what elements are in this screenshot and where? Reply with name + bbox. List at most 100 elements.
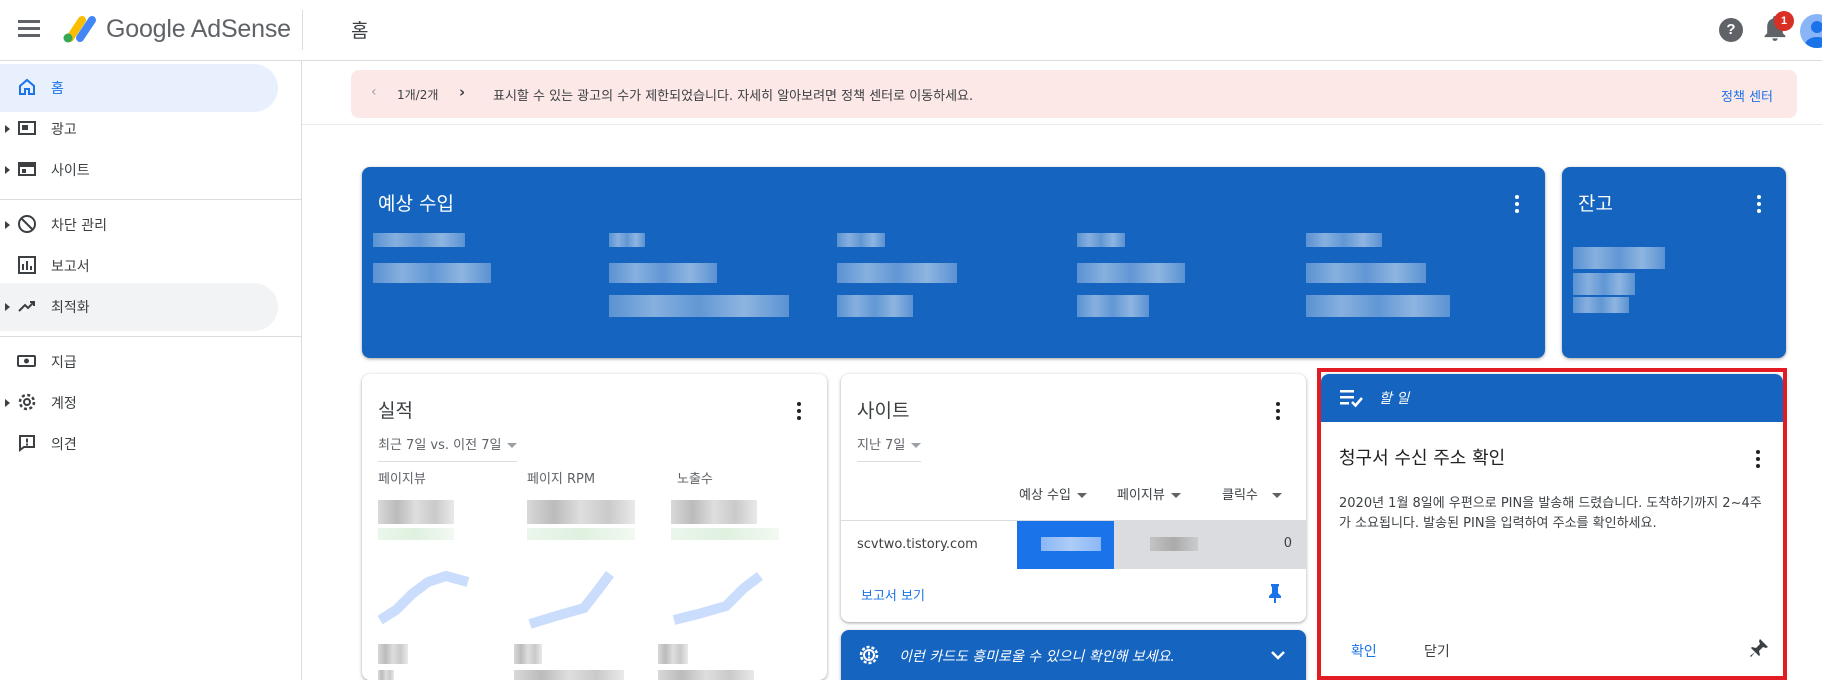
header-divider (302, 10, 303, 50)
redacted-value (837, 233, 885, 247)
help-icon[interactable]: ? (1719, 18, 1743, 42)
sidebar: 홈 광고 사이트 차단 관리 보고서 최적화 지급 계정 의견 (0, 61, 302, 680)
page-title: 홈 (351, 20, 369, 42)
close-button[interactable]: 닫기 (1424, 641, 1450, 661)
card-title: 잔고 (1578, 193, 1613, 215)
sidebar-item-label: 차단 관리 (51, 218, 107, 234)
date-range-label: 최근 7일 vs. 이전 7일 (378, 438, 502, 453)
redacted-value (671, 500, 757, 524)
expand-caret-icon[interactable] (5, 166, 10, 174)
playlist-check-icon (1340, 390, 1363, 408)
chevron-down-icon[interactable] (1271, 650, 1285, 660)
more-vert-icon[interactable] (1275, 402, 1281, 422)
metric-label: 페이지뷰 (378, 472, 426, 487)
top-app-bar: Google AdSense 홈 ? 1 (0, 0, 1822, 61)
redacted-value (378, 670, 394, 680)
notification-badge: 1 (1774, 11, 1794, 31)
sidebar-item-label: 의견 (51, 437, 77, 453)
menu-icon[interactable] (18, 20, 40, 38)
confirm-button[interactable]: 확인 (1351, 641, 1377, 661)
brand-name[interactable]: Google AdSense (106, 15, 291, 44)
sidebar-divider (0, 336, 302, 337)
redacted-value (527, 528, 635, 540)
redacted-value (514, 644, 542, 664)
date-range-dropdown[interactable]: 지난 7일 (857, 434, 922, 462)
clicks-value: 0 (1283, 536, 1292, 551)
redacted-value (527, 500, 635, 524)
sidebar-item-label: 지급 (51, 355, 77, 371)
redacted-value (837, 295, 913, 317)
redacted-value (378, 500, 454, 524)
more-vert-icon[interactable] (796, 402, 802, 422)
balance-card[interactable]: 잔고 (1562, 167, 1786, 358)
sidebar-item-label: 사이트 (51, 163, 90, 179)
view-report-link[interactable]: 보고서 보기 (861, 585, 925, 604)
redacted-value (1077, 263, 1185, 283)
redacted-value (609, 233, 645, 247)
pageviews-cell: 0 (1114, 521, 1306, 569)
more-vert-icon[interactable] (1514, 195, 1520, 215)
redacted-value (1573, 273, 1635, 295)
column-header-estimated-earnings[interactable]: 예상 수입 (1019, 484, 1087, 503)
sidebar-item-sites[interactable]: 사이트 (0, 146, 278, 194)
column-header-label: 예상 수입 (1019, 488, 1071, 503)
card-title: 실적 (378, 400, 413, 422)
todo-header-label: 할 일 (1379, 391, 1410, 407)
date-range-dropdown[interactable]: 최근 7일 vs. 이전 7일 (378, 434, 518, 462)
alert-pager: 1개/2개 (397, 88, 439, 102)
redacted-value (1306, 263, 1426, 283)
policy-center-link[interactable]: 정책 센터 (1721, 86, 1773, 105)
suggestion-message: 이런 카드도 흥미로울 수 있으니 확인해 보세요. (899, 649, 1175, 665)
chevron-right-icon[interactable]: › (459, 83, 465, 101)
dropdown-arrow-icon (911, 443, 922, 448)
todo-card-header: 할 일 (1321, 374, 1783, 422)
redacted-value (658, 670, 754, 680)
redacted-value (373, 263, 491, 283)
sites-card: 사이트 지난 7일 예상 수입 페이지뷰 클릭수 scvtwo.tistory.… (841, 374, 1306, 622)
home-icon (19, 78, 35, 95)
more-vert-icon[interactable] (1756, 195, 1762, 215)
earnings-cell (1017, 521, 1114, 569)
sparkline-charts (378, 570, 763, 629)
redacted-value (1150, 537, 1198, 551)
card-title: 예상 수입 (378, 193, 454, 215)
feedback-icon (19, 435, 35, 452)
metric-label: 페이지 RPM (527, 472, 596, 487)
expand-caret-icon[interactable] (5, 399, 10, 407)
column-header-pageviews[interactable]: 페이지뷰 (1117, 484, 1181, 503)
sidebar-item-label: 최적화 (51, 300, 90, 316)
todo-title: 청구서 수신 주소 확인 (1339, 448, 1506, 469)
dropdown-arrow-icon (507, 443, 518, 448)
sidebar-item-label: 보고서 (51, 259, 90, 275)
sites-icon (18, 162, 36, 176)
redacted-value (514, 670, 624, 680)
gear-icon (18, 393, 36, 411)
redacted-value (671, 528, 779, 540)
policy-alert-banner: ‹ 1개/2개 › 표시할 수 있는 광고의 수가 제한되었습니다. 자세히 알… (351, 70, 1797, 118)
trending-up-icon (18, 301, 35, 312)
pin-icon[interactable] (1749, 638, 1769, 658)
sidebar-item-label: 광고 (51, 122, 77, 138)
more-vert-icon[interactable] (1755, 450, 1761, 470)
estimated-earnings-card[interactable]: 예상 수입 (362, 167, 1545, 358)
sidebar-item-optimization[interactable]: 최적화 (0, 283, 278, 331)
todo-body: 2020년 1월 8일에 우편으로 PIN을 발송해 드렸습니다. 도착하기까지… (1339, 496, 1762, 531)
redacted-value (609, 295, 789, 317)
suggestion-card[interactable]: 이런 카드도 흥미로울 수 있으니 확인해 보세요. (841, 630, 1306, 680)
chevron-left-icon[interactable]: ‹ (371, 84, 377, 100)
sidebar-item-feedback[interactable]: 의견 (0, 420, 278, 468)
redacted-value (609, 263, 717, 283)
sort-arrow-icon (1170, 493, 1181, 498)
pin-icon[interactable] (1267, 583, 1283, 603)
expand-caret-icon[interactable] (5, 303, 10, 311)
expand-caret-icon[interactable] (5, 125, 10, 133)
ads-icon (18, 121, 36, 135)
payments-icon (17, 355, 36, 367)
account-avatar[interactable] (1800, 14, 1822, 48)
table-row[interactable]: scvtwo.tistory.com 0 (841, 521, 1306, 569)
column-header-clicks[interactable]: 클릭수 (1222, 484, 1282, 503)
redacted-value (1077, 295, 1149, 317)
expand-caret-icon[interactable] (5, 221, 10, 229)
card-title: 사이트 (857, 400, 910, 422)
site-name: scvtwo.tistory.com (857, 537, 978, 552)
